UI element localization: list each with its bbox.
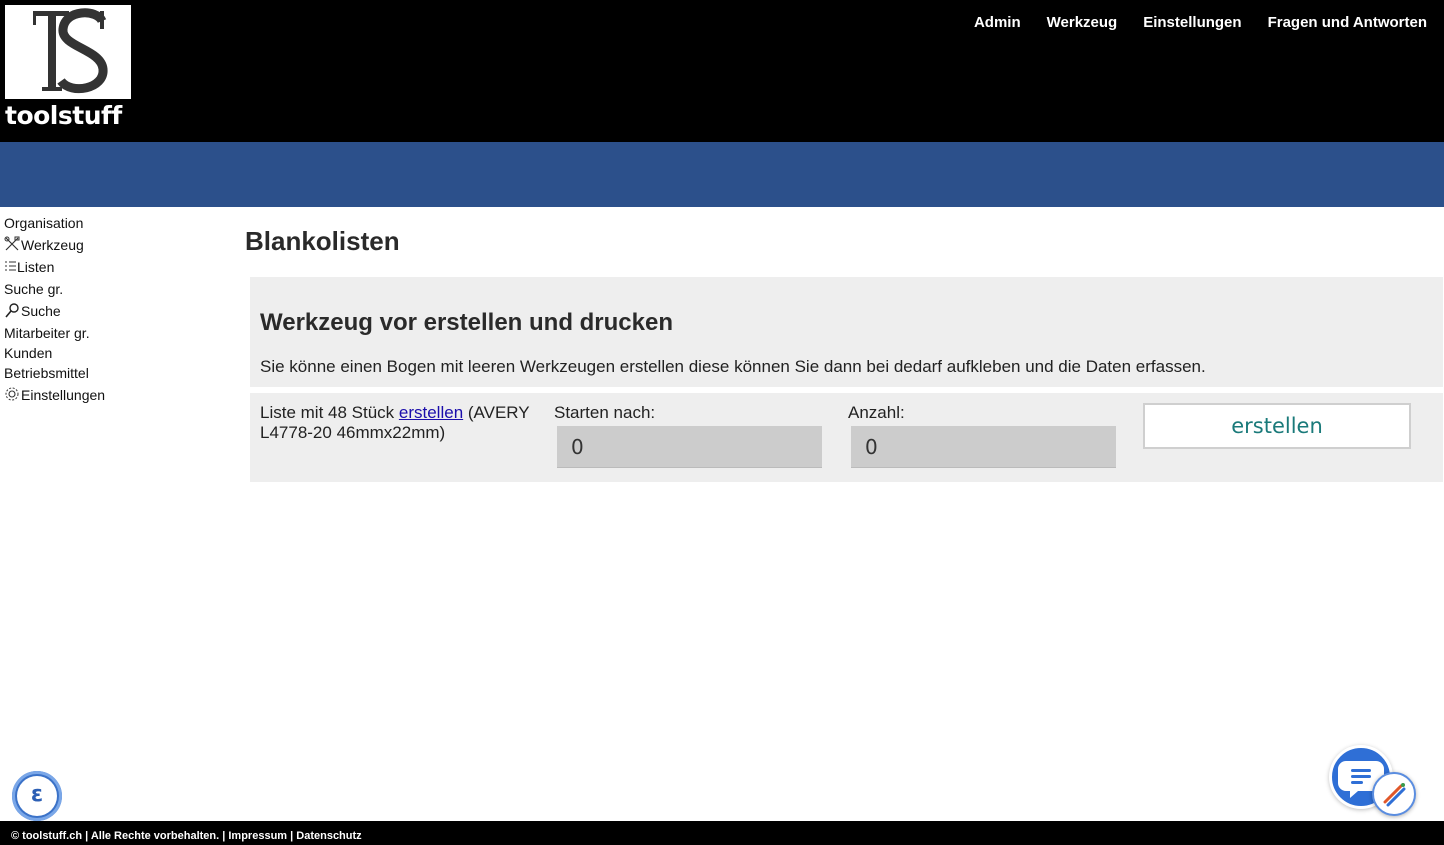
top-navigation: Admin Werkzeug Einstellungen Fragen und … [974,13,1427,33]
sidebar-item-label: Kunden [4,345,53,361]
sidebar-item-label: Suche [21,303,61,319]
sidebar-item-label: Betriebsmittel [4,365,89,381]
widget-badge: ε [17,776,57,816]
sidebar-item-mitarbeiter-gr[interactable]: Mitarbeiter gr. [4,321,224,341]
start-label: Starten nach: [554,403,656,422]
create-list-form: Liste mit 48 Stück erstellen (AVERY L477… [250,393,1443,482]
page-title: Blankolisten [245,226,400,256]
gear-icon [4,386,21,403]
footer-text[interactable]: © toolstuff.ch | Alle Rechte vorbehalten… [11,829,362,843]
panel-heading: Werkzeug vor erstellen und drucken [260,309,674,336]
tools-icon [4,236,21,253]
create-link[interactable]: erstellen [399,403,463,422]
sidebar-item-einstellungen[interactable]: Einstellungen [4,383,224,403]
topnav-einstellungen[interactable]: Einstellungen [1143,13,1241,33]
pencil-icon [1383,783,1406,807]
accessibility-widget-button[interactable]: ε [12,771,62,821]
sidebar-item-werkzeug[interactable]: Werkzeug [4,233,224,253]
topnav-werkzeug[interactable]: Werkzeug [1047,13,1118,33]
sidebar-item-organisation[interactable]: Organisation [4,211,224,231]
count-input[interactable]: 0 [851,426,1116,468]
panel-description: Sie könne einen Bogen mit leeren Werkzeu… [260,357,1206,376]
start-input[interactable]: 0 [557,426,822,468]
header-band [0,142,1444,207]
sidebar-item-label: Mitarbeiter gr. [4,325,90,341]
sidebar: Organisation Werkzeug Listen Suche gr. S… [4,211,224,403]
sidebar-item-listen[interactable]: Listen [4,255,224,275]
logo-wordmark: toolstuff [5,101,122,130]
sidebar-item-label: Werkzeug [21,237,84,253]
site-footer: © toolstuff.ch | Alle Rechte vorbehalten… [0,821,1444,845]
sidebar-item-suche[interactable]: Suche [4,299,224,319]
edit-widget-button[interactable] [1372,772,1416,816]
sidebar-item-suche-gr[interactable]: Suche gr. [4,277,224,297]
list-description: Liste mit 48 Stück erstellen (AVERY L477… [260,403,540,443]
search-icon [4,302,21,319]
sidebar-item-kunden[interactable]: Kunden [4,341,224,361]
count-label: Anzahl: [848,403,905,422]
sidebar-item-label: Einstellungen [21,387,106,403]
sidebar-item-label: Suche gr. [4,281,64,297]
sidebar-item-betriebsmittel[interactable]: Betriebsmittel [4,361,224,381]
info-panel: Werkzeug vor erstellen und drucken Sie k… [250,277,1443,387]
list-icon [4,258,17,275]
topnav-faq[interactable]: Fragen und Antworten [1268,13,1427,33]
site-header: toolstuff Admin Werkzeug Einstellungen F… [0,0,1444,142]
topnav-admin[interactable]: Admin [974,13,1021,33]
sidebar-item-label: Organisation [4,215,84,231]
logo-mark [5,5,131,99]
list-description-prefix: Liste mit 48 Stück [260,403,399,422]
logo-ts-icon [33,8,108,94]
sidebar-item-label: Listen [17,259,55,275]
logo[interactable]: toolstuff [5,5,131,130]
create-button[interactable]: erstellen [1143,403,1411,449]
